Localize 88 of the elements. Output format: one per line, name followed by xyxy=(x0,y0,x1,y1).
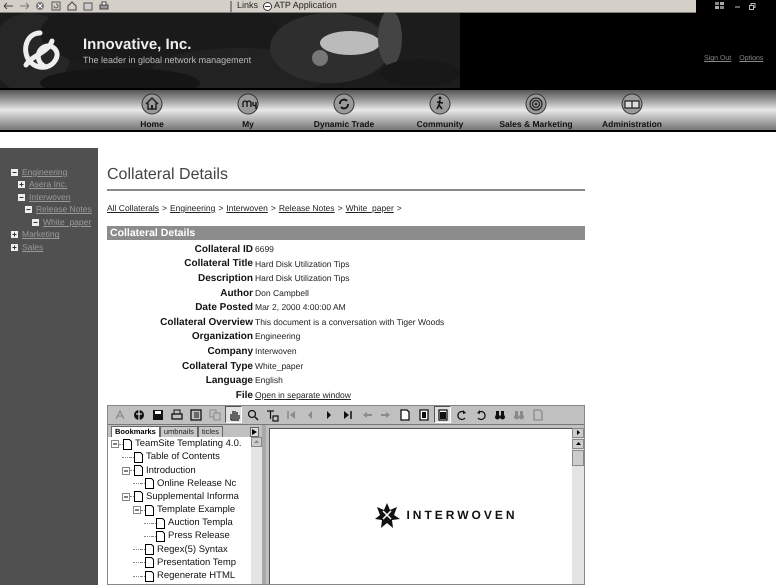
bookmark-item[interactable]: Online Release Nc xyxy=(157,478,236,490)
field-label: File xyxy=(234,388,254,403)
field-value: This document is a conversation with Tiger Woods xyxy=(255,316,444,329)
print-icon xyxy=(99,1,109,11)
links-label: Links xyxy=(237,0,258,12)
field-value: Interwoven xyxy=(255,345,297,358)
up-arrow-icon xyxy=(254,440,259,444)
nav-item[interactable]: Home xyxy=(104,90,200,130)
breadcrumb-separator: > xyxy=(218,202,224,214)
company-name: Innovative, Inc. xyxy=(83,36,192,54)
windows-logo-icon xyxy=(714,1,726,11)
bookmark-item[interactable]: Auction Templa xyxy=(168,517,233,530)
field-value: Mar 2, 2000 4:00:00 AM xyxy=(255,301,346,314)
nav-item[interactable]: Administration xyxy=(584,90,680,130)
panel-icon xyxy=(188,408,202,422)
bookmark-link[interactable]: ATP Application xyxy=(263,0,337,13)
field-label: Collateral Type xyxy=(181,360,254,374)
star-burst-logo-icon xyxy=(374,502,400,528)
target-icon xyxy=(525,93,547,115)
field-label: Author xyxy=(219,286,254,301)
breadcrumb-link[interactable]: Release Notes xyxy=(278,202,335,214)
bookmark-item[interactable]: Introduction xyxy=(146,464,196,476)
nav-item[interactable]: Sales & Marketing xyxy=(488,90,584,130)
right-arrow-icon xyxy=(252,428,257,435)
refresh-icon xyxy=(51,1,61,11)
field-label: Collateral ID xyxy=(194,242,254,257)
breadcrumb-link[interactable]: Interwoven xyxy=(226,202,268,214)
field-value: Hard Disk Utilization Tips xyxy=(255,272,350,285)
print-icon xyxy=(170,408,184,422)
hand-button[interactable] xyxy=(225,406,242,424)
field-value: English xyxy=(255,374,283,388)
scrollbar[interactable] xyxy=(572,428,584,584)
company-tagline: The leader in global network management xyxy=(83,54,252,66)
breadcrumb-separator: > xyxy=(162,202,167,214)
fit-page-icon xyxy=(416,408,430,422)
field-value: 6699 xyxy=(255,242,274,256)
bookmark-item[interactable]: Press Release xyxy=(168,530,230,542)
nav-item[interactable]: Community xyxy=(392,90,488,130)
save-icon xyxy=(150,408,164,422)
scrollbar[interactable] xyxy=(251,436,262,584)
breadcrumb-link[interactable]: Engineering xyxy=(170,202,216,214)
up-arrow-icon xyxy=(576,442,580,446)
bookmark-item[interactable]: Regenerate HTML xyxy=(157,570,236,582)
page-title: Collateral Details xyxy=(107,165,229,185)
nav-item[interactable]: Dynamic Trade xyxy=(296,90,392,130)
globe-icon xyxy=(132,408,146,422)
scroll-thumb[interactable] xyxy=(572,450,584,466)
right-arrow-icon xyxy=(576,430,580,436)
fit-width-button[interactable] xyxy=(434,406,451,424)
acrobat-icon xyxy=(112,408,126,422)
field-label: Date Posted xyxy=(194,301,254,316)
bookmark-item[interactable]: Supplemental Informa xyxy=(146,490,239,503)
bookmark-item[interactable]: Table of Contents xyxy=(146,451,220,464)
field-label: Language xyxy=(204,374,254,388)
bookmark-item[interactable]: Presentation Temp xyxy=(157,556,236,569)
file-link[interactable]: Open in separate window xyxy=(255,388,351,402)
rotate-left-icon xyxy=(454,408,468,422)
breadcrumb-separator: > xyxy=(396,202,402,214)
breadcrumb-separator: > xyxy=(270,202,276,214)
field-value: Hard Disk Utilization Tips xyxy=(255,258,350,270)
book-icon xyxy=(621,93,643,115)
bookmark-item[interactable]: Template Example xyxy=(157,504,236,516)
home-icon xyxy=(67,1,77,11)
bookmark-item[interactable]: TeamSite Templating 4.0. xyxy=(135,438,242,450)
field-value: Engineering xyxy=(255,330,300,344)
cycle-icon xyxy=(333,93,355,115)
house-icon xyxy=(141,93,163,115)
field-label: Description xyxy=(196,272,254,286)
field-label: Collateral Overview xyxy=(159,316,254,330)
field-value: White_paper xyxy=(255,360,304,372)
field-label: Company xyxy=(206,344,254,359)
field-label: Organization xyxy=(190,330,254,344)
restore-icon xyxy=(749,2,756,10)
nav-item[interactable]: My xyxy=(200,90,296,130)
copy-icon xyxy=(208,408,222,422)
breadcrumb-link[interactable]: All Collaterals xyxy=(107,202,159,214)
logo-text: INTERWOVEN xyxy=(406,506,518,524)
text-select-icon xyxy=(264,408,278,422)
section-header: Collateral Details xyxy=(107,226,585,240)
bookmark-item[interactable]: Regex(5) Syntax xyxy=(157,544,228,556)
field-value: Don Campbell xyxy=(255,286,309,300)
walking-person-icon xyxy=(429,93,451,115)
back-arrow-icon xyxy=(3,1,13,11)
field-label: Collateral Title xyxy=(183,257,254,272)
fit-width-icon xyxy=(436,408,450,422)
magnifier-icon xyxy=(246,408,260,422)
breadcrumb-separator: > xyxy=(338,202,343,214)
breadcrumb-link[interactable]: White_paper xyxy=(346,202,394,214)
